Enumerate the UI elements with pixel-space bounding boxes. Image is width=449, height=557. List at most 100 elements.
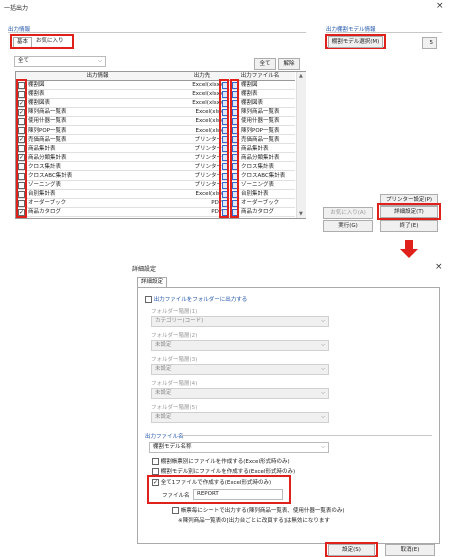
filter-value: 全て [18, 58, 30, 64]
row-filename: 陳列商品一覧表 [241, 109, 280, 116]
close-icon[interactable]: × [436, 1, 444, 11]
model-select-button[interactable]: 棚割モデル選択(M) [328, 36, 383, 48]
finish-button[interactable]: 終了(E) [380, 220, 438, 232]
folder-output-checkbox[interactable] [145, 296, 152, 303]
chevron-down-icon: ⌵ [98, 58, 102, 64]
scroll-down-icon[interactable]: ▼ [299, 211, 303, 217]
divider [8, 32, 306, 33]
row-dest[interactable]: プリンター [180, 145, 222, 153]
row-filename: 棚割図表 [241, 100, 264, 107]
table-row[interactable]: ✓ 売価商品一覧表 プリンター 売価商品一覧表 [16, 136, 295, 145]
filename-label: ファイル名 [162, 493, 190, 499]
table-row[interactable]: ✓ 陳列商品一覧表 Excel(xls) 陳列商品一覧表 [16, 108, 295, 117]
row-dest[interactable]: プリンター [180, 181, 222, 189]
option-sheet-label: 帳票毎にシートで出力する(陳列商品一覧表、使用什器一覧表のみ) [180, 508, 345, 514]
option-per-model[interactable]: 棚割モデル別にファイルを作成する(Excel形式時のみ) [152, 467, 295, 475]
select-all-button[interactable]: 全て [254, 58, 276, 70]
filename-select-value: 棚割モデル名称 [153, 444, 192, 450]
row-filename: 商品集計表 [241, 145, 269, 152]
detail-window-title: 詳細設定 [132, 266, 157, 273]
table-row[interactable]: オーダーブック PDF オーダーブック [16, 199, 295, 208]
folder-level-value: カテゴリー(コード) [155, 318, 204, 324]
row-info: 陳列商品一覧表 [28, 109, 67, 116]
execute-button[interactable]: 実行(G) [323, 220, 373, 232]
row-dest[interactable]: PDF [180, 208, 222, 216]
note-text: ※陳列商品一覧表の[出力台ごとに改頁する]は無効になります [178, 518, 330, 524]
divider [182, 435, 432, 436]
row-info: クロス集計表 [28, 163, 62, 170]
filter-select[interactable]: 全て ⌵ [14, 56, 106, 67]
row-dest[interactable]: プリンター [180, 154, 222, 162]
table-row[interactable]: ゾーニング表 プリンター ゾーニング表 [16, 181, 295, 190]
row-dest[interactable]: Excel(xlsx) [180, 90, 222, 98]
row-dest[interactable]: Excel(xls) [180, 108, 222, 116]
folder-level-select[interactable]: 未設定 ⌵ [151, 340, 329, 351]
row-filename: 陳列POP一覧表 [241, 127, 280, 134]
row-dest[interactable]: Excel(xlsx) [180, 81, 222, 89]
row-dest[interactable]: Excel(xlsx) [180, 99, 222, 107]
checkbox[interactable] [172, 507, 179, 514]
checkbox[interactable] [152, 458, 159, 465]
table-row[interactable]: 棚割表 Excel(xlsx) 棚割表 [16, 90, 295, 99]
row-dest[interactable]: Excel(xls) [180, 127, 222, 135]
filename-select[interactable]: 棚割モデル名称 ⌵ [149, 442, 329, 453]
arrow-down-icon [400, 240, 418, 258]
row-info: 売価商品一覧表 [28, 136, 67, 143]
row-filename: オーダーブック [241, 200, 280, 207]
detail-settings-button[interactable]: 詳細設定(T) [380, 206, 438, 218]
row-dest[interactable]: プリンター [180, 172, 222, 180]
model-count: 5 [422, 37, 437, 49]
option-single-file[interactable]: ✓ 全て1ファイルで作成する(Excel形式時のみ) [152, 478, 271, 486]
row-filename: 棚割表 [241, 91, 258, 98]
folder-level-select[interactable]: カテゴリー(コード) ⌵ [151, 316, 329, 327]
table-row[interactable]: クロスABC集計表 プリンター クロスABC集計表 [16, 172, 295, 181]
row-info: 商品集計表 [28, 145, 56, 152]
folder-level-value: 未設定 [155, 342, 172, 348]
table-row[interactable]: クロス集計表 プリンター クロス集計表 [16, 163, 295, 172]
row-info: オーダーブック [28, 200, 67, 207]
folder-level-select[interactable]: 未設定 ⌵ [151, 388, 329, 399]
tab-favorites[interactable]: お気に入り [33, 37, 67, 47]
table-row[interactable]: 台別集計表 Excel(xls) 台別集計表 [16, 190, 295, 199]
checkbox[interactable] [152, 468, 159, 475]
divider [326, 32, 442, 33]
cancel-button[interactable]: 取消(E) [385, 544, 435, 556]
filename-input[interactable]: REPORT [193, 489, 283, 500]
checkbox-checked[interactable]: ✓ [152, 479, 159, 486]
window-title: 一括出力 [4, 5, 29, 12]
row-dest[interactable]: PDF [180, 199, 222, 207]
folder-output-option[interactable]: 出力ファイルをフォルダーに出力する [145, 295, 247, 303]
folder-level-label: フォルダー階層(5) [151, 405, 198, 411]
row-filename: 売価商品一覧表 [241, 136, 280, 143]
row-dest[interactable]: プリンター [180, 136, 222, 144]
favorite-register-button[interactable]: お気に入り(A) [323, 207, 373, 219]
close-icon[interactable]: × [435, 262, 443, 272]
row-dest[interactable]: プリンター [180, 163, 222, 171]
table-row[interactable]: 商品集計表 プリンター 商品集計表 [16, 145, 295, 154]
table-row[interactable]: ✓ 商品カタログ PDF 商品カタログ [16, 208, 295, 217]
table-row[interactable]: ✓ 棚割図表 Excel(xlsx) 棚割図表 [16, 99, 295, 108]
option-sheet-per-report[interactable]: 帳票毎にシートで出力する(陳列商品一覧表、使用什器一覧表のみ) [172, 506, 345, 514]
row-filename: クロスABC集計表 [241, 173, 286, 179]
table-row[interactable]: 棚割図 Excel(xlsx) 棚割図 [16, 81, 295, 90]
table-row[interactable]: 陳列POP一覧表 Excel(xls) 陳列POP一覧表 [16, 127, 295, 135]
ok-button[interactable]: 設定(S) [328, 544, 375, 556]
folder-level-select[interactable]: 未設定 ⌵ [151, 364, 329, 375]
row-info: 台別集計表 [28, 191, 56, 198]
clear-button[interactable]: 解除 [278, 58, 300, 70]
folder-level-label: フォルダー階層(3) [151, 357, 198, 363]
filename-section-label: 出力ファイル名 [145, 434, 184, 440]
chevron-down-icon: ⌵ [321, 444, 325, 450]
scroll-up-icon[interactable]: ▲ [299, 73, 303, 79]
tab-detail-settings[interactable]: 詳細設定 [137, 277, 168, 287]
row-dest[interactable]: Excel(xls) [180, 117, 222, 125]
table-row[interactable]: ✓ 商品分類集計表 プリンター 商品分類集計表 [16, 154, 295, 163]
tab-basic[interactable]: 基本 [13, 37, 33, 47]
folder-level-select[interactable]: 未設定 ⌵ [151, 412, 329, 423]
row-dest[interactable]: Excel(xls) [180, 190, 222, 198]
scrollbar[interactable]: ▲ ▼ [296, 72, 306, 218]
table-row[interactable]: 使用什器一覧表 Excel(xls) 使用什器一覧表 [16, 117, 295, 126]
option-per-report[interactable]: 棚割帳票別にファイルを作成する(Excel形式時のみ) [152, 457, 290, 465]
option-single-file-label: 全て1ファイルで作成する(Excel形式時のみ) [160, 480, 272, 486]
checkbox-column-highlight [16, 79, 27, 218]
